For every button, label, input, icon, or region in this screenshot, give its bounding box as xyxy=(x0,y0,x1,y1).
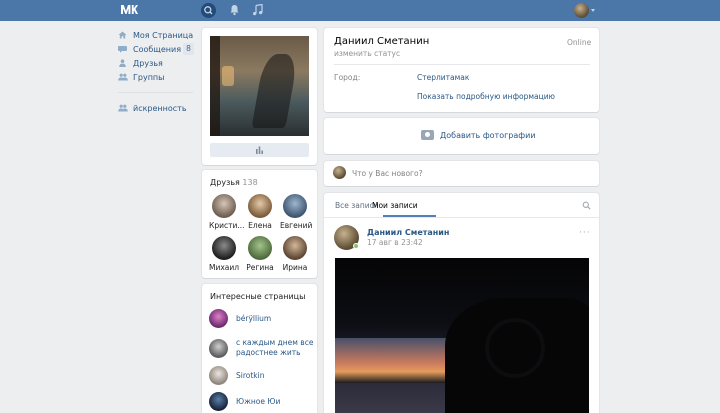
avatar xyxy=(212,194,236,218)
avatar xyxy=(283,236,307,260)
list-item[interactable]: bérÿllium xyxy=(209,309,271,328)
sidebar-item-label: Группы xyxy=(133,72,165,82)
sidebar-item-my-page[interactable]: Моя Страница xyxy=(118,28,198,42)
messages-icon xyxy=(118,45,127,53)
friend-item[interactable]: Ирина xyxy=(280,236,310,272)
divider xyxy=(324,217,599,218)
divider xyxy=(118,92,193,93)
status-badge: 8 xyxy=(183,43,194,55)
bar-chart-icon xyxy=(256,146,263,154)
friend-item[interactable]: Регина xyxy=(245,236,275,272)
avatar xyxy=(209,338,228,358)
city-label: Город: xyxy=(334,73,361,82)
search-icon[interactable] xyxy=(582,201,591,212)
post-photo[interactable] xyxy=(335,258,589,413)
tab-my-posts[interactable]: Мои записи xyxy=(372,201,418,210)
search-icon xyxy=(204,6,213,15)
show-more-info-link[interactable]: Показать подробную информацию xyxy=(417,92,555,101)
stats-button[interactable] xyxy=(210,143,309,157)
sidebar-item-messages[interactable]: Сообщения 8 xyxy=(118,42,198,56)
avatar xyxy=(248,236,272,260)
more-icon[interactable]: ··· xyxy=(579,228,591,238)
home-icon xyxy=(118,31,127,39)
friends-icon xyxy=(118,59,127,67)
friend-item[interactable]: Елена xyxy=(245,194,275,230)
city-link[interactable]: Стерлитамак xyxy=(417,73,469,82)
sidebar-item-group-link[interactable]: йскренность xyxy=(118,101,198,115)
sidebar-item-friends[interactable]: Друзья xyxy=(118,56,198,70)
add-photos-button[interactable]: Добавить фотографии xyxy=(421,130,536,140)
avatar xyxy=(209,309,228,328)
camera-icon xyxy=(421,130,434,140)
online-status: Online xyxy=(567,38,592,47)
friends-title[interactable]: Друзья 138 xyxy=(210,178,258,187)
interesting-pages-title[interactable]: Интересные страницы xyxy=(210,292,305,301)
sidebar-item-label: Друзья xyxy=(133,58,163,68)
sidebar-item-label: йскренность xyxy=(133,103,187,113)
post-author-link[interactable]: Даниил Сметанин xyxy=(367,228,449,237)
top-bar xyxy=(0,0,720,21)
friend-item[interactable]: Евгений xyxy=(280,194,312,230)
avatar xyxy=(209,366,228,385)
profile-photo[interactable] xyxy=(210,36,309,136)
vk-logo-icon[interactable] xyxy=(120,4,138,17)
avatar xyxy=(283,194,307,218)
avatar xyxy=(248,194,272,218)
list-item[interactable]: Южное Юи xyxy=(209,392,280,411)
list-item[interactable]: Sirotkin xyxy=(209,366,264,385)
avatar xyxy=(333,166,346,179)
online-indicator xyxy=(353,243,359,249)
sidebar-item-label: Сообщения xyxy=(133,44,182,54)
groups-icon xyxy=(118,73,128,81)
music-icon[interactable] xyxy=(252,3,263,18)
search-button[interactable] xyxy=(201,3,216,18)
sidebar-item-label: Моя Страница xyxy=(133,30,194,40)
groups-icon xyxy=(118,104,128,112)
sidebar-item-groups[interactable]: Группы xyxy=(118,70,198,84)
avatar xyxy=(212,236,236,260)
avatar xyxy=(209,392,228,411)
chevron-down-icon[interactable] xyxy=(591,9,595,12)
bell-icon[interactable] xyxy=(229,4,240,18)
page-title: Даниил Сметанин xyxy=(334,36,430,47)
post-date-link[interactable]: 17 авг в 23:42 xyxy=(367,238,423,247)
new-post-input[interactable]: Что у Вас нового? xyxy=(352,169,423,178)
left-menu: Моя Страница Сообщения 8 Друзья Группы й… xyxy=(118,28,198,115)
list-item[interactable]: с каждым днем все радостнее жить xyxy=(209,338,316,358)
friend-item[interactable]: Михаил xyxy=(209,236,239,272)
friend-item[interactable]: Кристи... xyxy=(209,194,244,230)
avatar[interactable] xyxy=(574,3,589,18)
edit-status-link[interactable]: изменить статус xyxy=(334,49,400,58)
divider xyxy=(334,64,590,65)
